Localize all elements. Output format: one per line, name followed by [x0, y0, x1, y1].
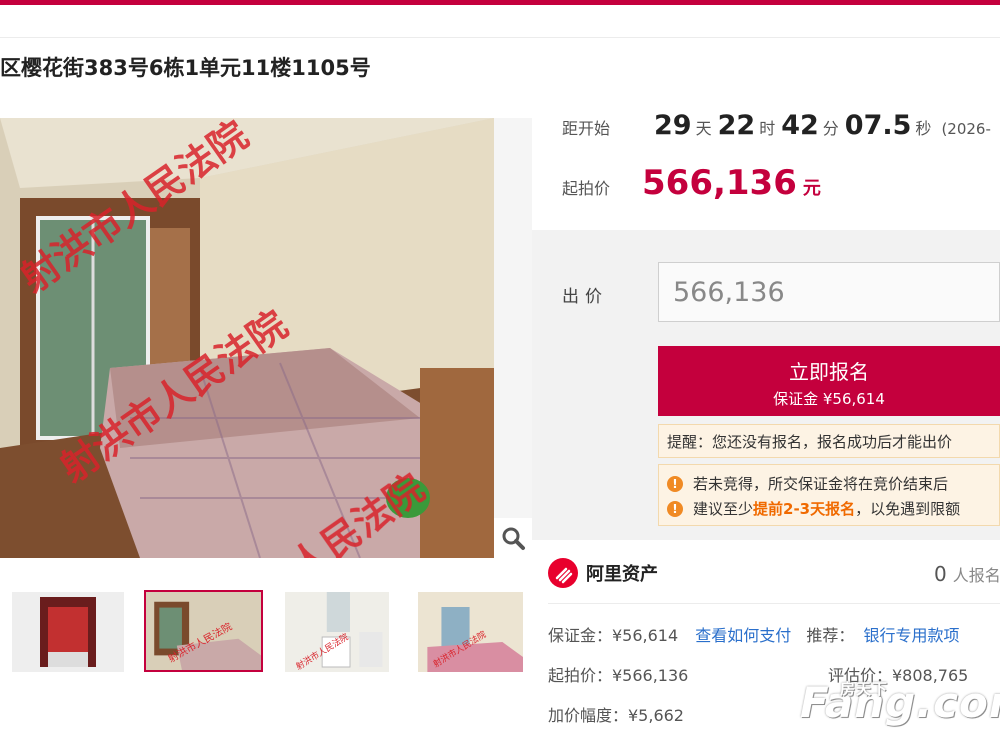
image-side-strip: [494, 118, 532, 518]
countdown-label: 距开始: [562, 119, 611, 138]
countdown: 距开始 29 天 22 时 42 分 07.5 秒 (2026-: [562, 110, 991, 150]
warning-icon: !: [667, 500, 683, 517]
thumbnail-2-selected[interactable]: 射洪市人民法院: [144, 590, 263, 672]
ali-logo-icon: [548, 558, 578, 588]
signup-count-number: 0: [934, 562, 947, 586]
site-watermark-cn: 房天下: [840, 680, 889, 698]
recommend-label: 推荐：: [806, 626, 855, 645]
start-price-value: 566,136: [642, 163, 797, 203]
countdown-date: (2026-: [941, 120, 991, 138]
countdown-days: 29: [654, 110, 692, 141]
signup-reminder: 提醒：您还没有报名，报名成功后才能出价: [658, 424, 1000, 458]
deposit-notice-highlight: 提前2-3天报名: [753, 500, 856, 518]
signup-button[interactable]: 立即报名 保证金 ¥56,614: [658, 346, 1000, 416]
ali-assets-name: 阿里资产: [586, 564, 658, 585]
info-divider: [548, 603, 1000, 604]
deposit-notice-line2-pre: 建议至少: [693, 500, 754, 518]
deposit-notice-line1: 若未竞得，所交保证金将在竞价结束后: [693, 475, 949, 493]
how-to-pay-link[interactable]: 查看如何支付: [695, 626, 791, 645]
countdown-hours-unit: 时: [759, 119, 776, 138]
title-divider: [0, 37, 1000, 38]
countdown-seconds-unit: 秒: [915, 119, 932, 138]
top-accent-bar: [0, 0, 1000, 5]
countdown-minutes-unit: 分: [822, 119, 839, 138]
page-title: 区樱花街383号6栋1单元11楼1105号: [0, 56, 371, 80]
deposit-text: 保证金：¥56,614: [548, 626, 679, 645]
site-watermark: 房天下 Fang.com: [800, 678, 1000, 727]
signup-count-label: 人报名: [952, 566, 1000, 585]
ali-assets-logo[interactable]: 阿里资产: [548, 558, 658, 588]
deposit-info: 保证金：¥56,614 查看如何支付 推荐： 银行专用款项: [548, 622, 960, 646]
deposit-notice: ! 若未竞得，所交保证金将在竞价结束后 ! 建议至少 提前2-3天报名 ，以免遇到限…: [658, 464, 1000, 526]
start-price-info: 起拍价：¥566,136: [548, 666, 689, 685]
recommend-link[interactable]: 银行专用款项: [863, 626, 959, 645]
countdown-hours: 22: [717, 110, 756, 141]
signup-count: 0 人报名: [934, 562, 1000, 586]
bid-input[interactable]: [658, 262, 1000, 322]
start-price-label: 起拍价: [562, 179, 611, 198]
main-property-photo[interactable]: 射洪市人民法院 射洪市人民法院 射洪市人民法院: [0, 118, 494, 558]
bid-label: 出价: [562, 287, 608, 307]
increment-info: 加价幅度：¥5,662: [548, 706, 684, 725]
countdown-days-unit: 天: [695, 119, 712, 138]
thumbnail-3[interactable]: 射洪市人民法院: [285, 592, 389, 672]
start-price-row: 起拍价 566,136 元: [562, 163, 821, 203]
site-watermark-text: Fang.com: [800, 678, 1000, 727]
deposit-notice-line2-post: ，以免遇到限额: [855, 500, 961, 518]
thumbnail-4[interactable]: 射洪市人民法院: [418, 592, 523, 672]
warning-icon: !: [667, 475, 683, 492]
countdown-minutes: 42: [781, 110, 819, 141]
thumbnail-1[interactable]: [12, 592, 124, 672]
signup-button-label: 立即报名: [789, 360, 869, 384]
countdown-seconds: 07.5: [844, 110, 912, 141]
signup-button-deposit: 保证金 ¥56,614: [773, 390, 885, 408]
magnifier-icon: [502, 527, 525, 550]
start-price-unit: 元: [802, 178, 821, 199]
zoom-button[interactable]: [494, 518, 532, 558]
